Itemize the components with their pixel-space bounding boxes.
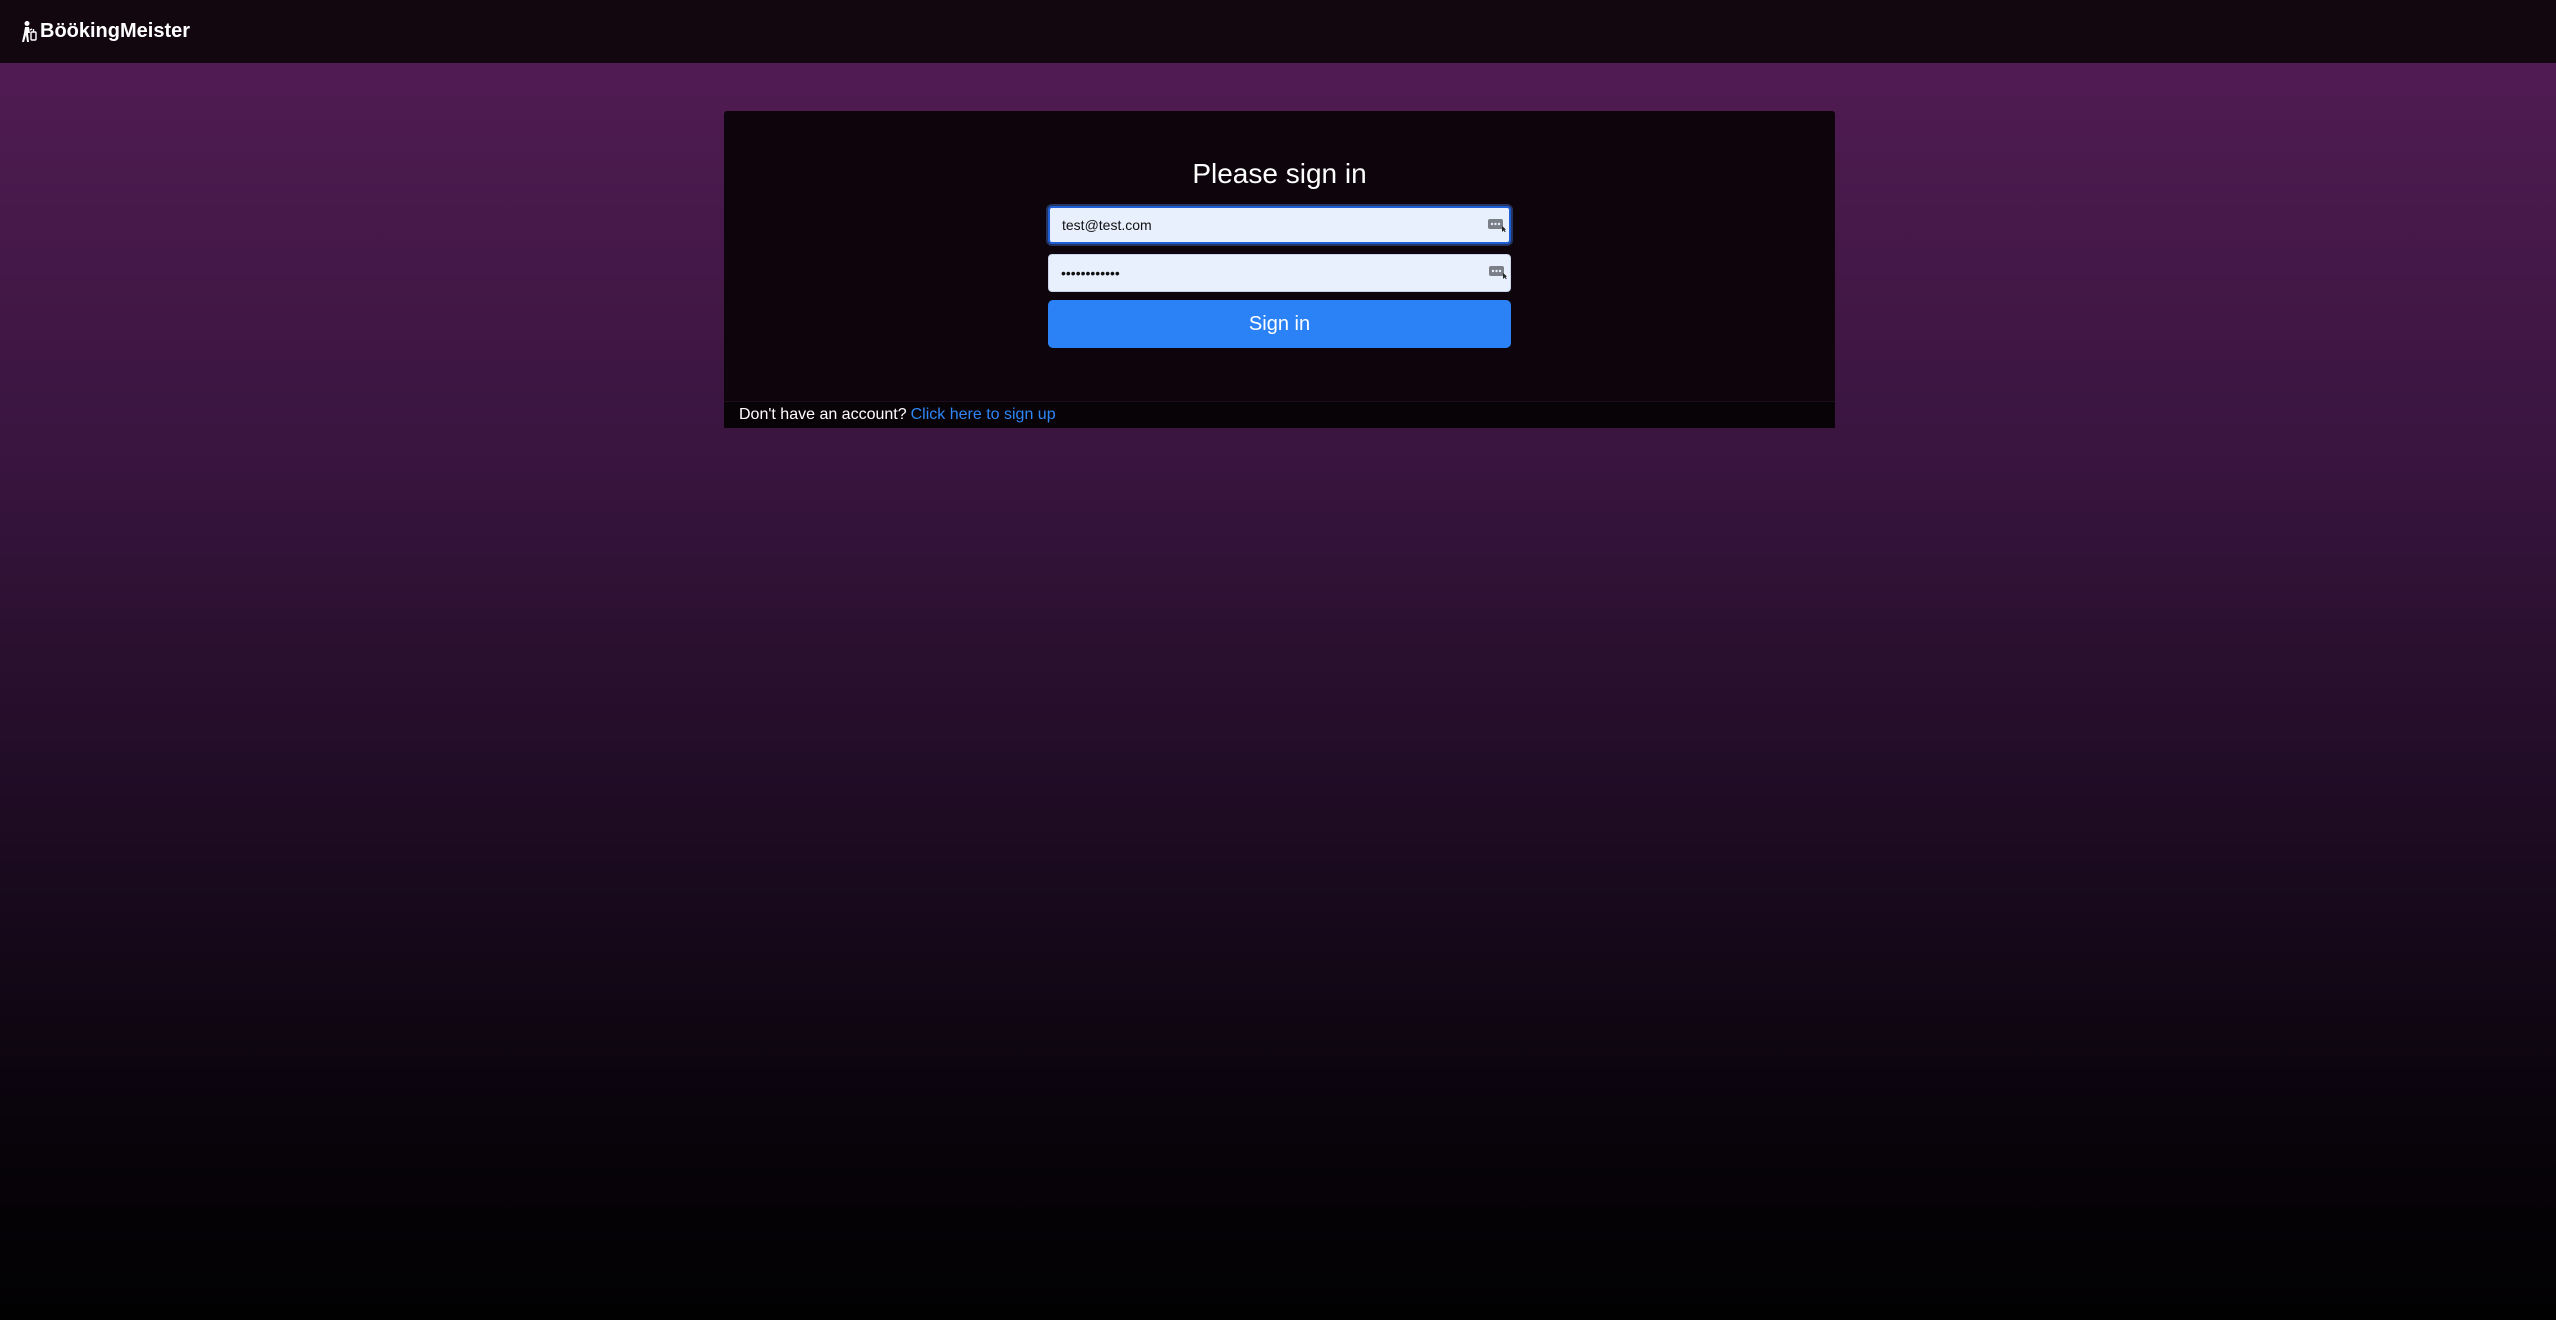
sign-up-link[interactable]: Click here to sign up (911, 406, 1056, 424)
password-manager-icon[interactable] (1489, 265, 1507, 280)
brand-link[interactable]: BöökingMeister (18, 20, 190, 44)
password-field[interactable] (1049, 255, 1481, 291)
top-navbar: BöökingMeister (0, 0, 2556, 63)
password-manager-icon[interactable] (1488, 218, 1506, 233)
person-walking-luggage-icon (18, 20, 38, 44)
email-field-wrapper (1048, 206, 1511, 244)
email-field[interactable] (1050, 208, 1482, 242)
sign-in-button[interactable]: Sign in (1048, 300, 1511, 348)
card-footer: Don't have an account? Click here to sig… (724, 401, 1835, 428)
brand-name: BöökingMeister (40, 20, 191, 42)
password-field-wrapper (1048, 254, 1511, 292)
page-title: Please sign in (1192, 158, 1367, 189)
no-account-text: Don't have an account? (739, 406, 907, 423)
login-card: Please sign in Sign in Don' (724, 111, 1835, 428)
